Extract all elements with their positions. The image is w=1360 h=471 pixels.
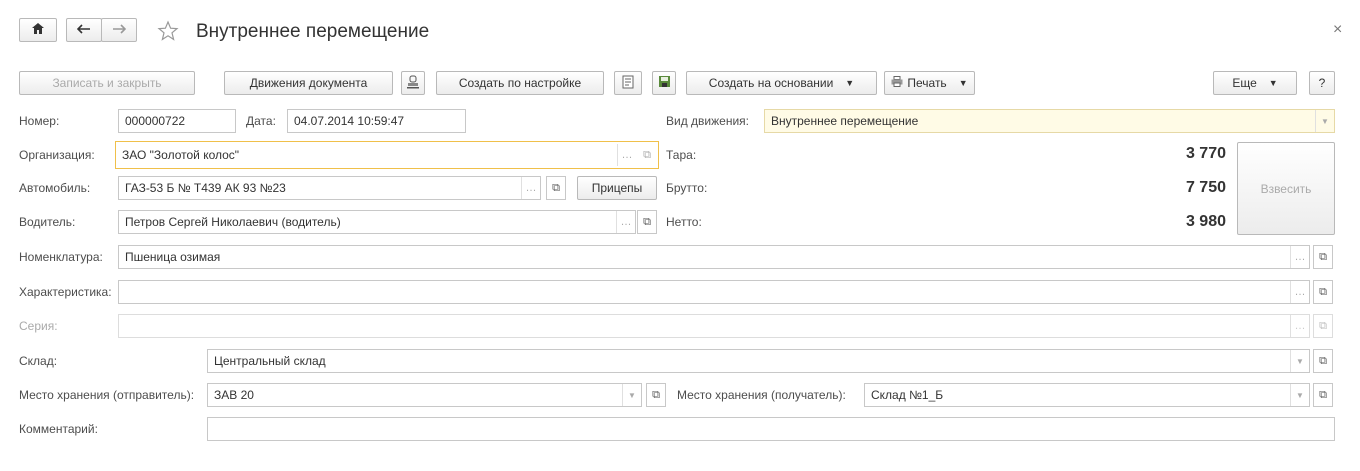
date-field[interactable]: 04.07.2014 10:59:47 bbox=[287, 109, 466, 133]
gross-label: Брутто: bbox=[666, 181, 708, 195]
vehicle-value: ГАЗ-53 Б № Т439 АК 93 №23 bbox=[125, 181, 286, 195]
arrow-right-icon bbox=[112, 23, 127, 37]
create-based-on-button[interactable]: Создать на основании ▼ bbox=[686, 71, 877, 95]
chevron-down-icon: ▼ bbox=[958, 78, 968, 88]
weigh-button[interactable]: Взвесить bbox=[1237, 142, 1335, 235]
chevron-down-icon[interactable]: ▼ bbox=[1290, 384, 1309, 406]
chevron-down-icon: ▼ bbox=[1268, 78, 1278, 88]
open-icon[interactable]: ⧉ bbox=[1313, 280, 1333, 304]
select-dots-icon: … bbox=[1290, 315, 1309, 337]
warehouse-value: Центральный склад bbox=[214, 354, 326, 368]
report-button[interactable] bbox=[614, 71, 642, 95]
disk-icon bbox=[658, 75, 671, 91]
forward-button[interactable] bbox=[101, 18, 137, 42]
number-field[interactable]: 000000722 bbox=[118, 109, 236, 133]
date-value: 04.07.2014 10:59:47 bbox=[294, 114, 405, 128]
warehouse-label: Склад: bbox=[19, 354, 58, 368]
open-icon[interactable]: ⧉ bbox=[1313, 245, 1333, 269]
close-icon[interactable]: × bbox=[1333, 21, 1342, 39]
document-movements-button[interactable]: Движения документа bbox=[224, 71, 393, 95]
chevron-down-icon: ▼ bbox=[845, 78, 855, 88]
tare-value: 3 770 bbox=[1185, 145, 1226, 162]
vehicle-label: Автомобиль: bbox=[19, 181, 91, 195]
nomenclature-label: Номенклатура: bbox=[19, 250, 103, 264]
open-icon[interactable]: ⧉ bbox=[1313, 383, 1333, 407]
print-label: Печать bbox=[907, 76, 947, 90]
select-dots-icon[interactable]: … bbox=[617, 144, 636, 166]
storage-receiver-select[interactable]: Склад №1_Б ▼ bbox=[864, 383, 1310, 407]
save-and-close-button[interactable]: Записать и закрыть bbox=[19, 71, 195, 95]
characteristic-label: Характеристика: bbox=[19, 285, 112, 299]
nomenclature-field[interactable]: Пшеница озимая … bbox=[118, 245, 1310, 269]
select-dots-icon[interactable]: … bbox=[616, 211, 635, 233]
characteristic-field[interactable]: … bbox=[118, 280, 1310, 304]
print-button[interactable]: Печать ▼ bbox=[884, 71, 975, 95]
number-value: 000000722 bbox=[125, 114, 186, 128]
home-button[interactable] bbox=[19, 18, 57, 42]
select-dots-icon[interactable]: … bbox=[1290, 246, 1309, 268]
date-label: Дата: bbox=[246, 114, 276, 128]
save-disk-button[interactable] bbox=[652, 71, 676, 95]
net-label: Нетто: bbox=[666, 215, 702, 229]
favorite-star-icon[interactable] bbox=[157, 20, 179, 42]
storage-sender-label: Место хранения (отправитель): bbox=[19, 388, 195, 402]
chevron-down-icon[interactable]: ▼ bbox=[1290, 350, 1309, 372]
comment-field[interactable] bbox=[207, 417, 1335, 441]
report-icon bbox=[622, 75, 634, 92]
printer-icon bbox=[891, 76, 903, 90]
nomenclature-value: Пшеница озимая bbox=[125, 250, 221, 264]
warehouse-select[interactable]: Центральный склад ▼ bbox=[207, 349, 1310, 373]
movement-type-label: Вид движения: bbox=[666, 114, 749, 128]
stamp-button[interactable] bbox=[401, 71, 425, 95]
more-button[interactable]: Еще ▼ bbox=[1213, 71, 1297, 95]
open-icon: ⧉ bbox=[1313, 314, 1333, 338]
help-button[interactable]: ? bbox=[1309, 71, 1335, 95]
storage-receiver-label: Место хранения (получатель): bbox=[677, 388, 846, 402]
create-by-setting-button[interactable]: Создать по настройке bbox=[436, 71, 604, 95]
comment-label: Комментарий: bbox=[19, 422, 98, 436]
more-label: Еще bbox=[1232, 76, 1257, 90]
driver-label: Водитель: bbox=[19, 215, 76, 229]
organization-value: ЗАО "Золотой колос" bbox=[122, 148, 240, 162]
chevron-down-icon[interactable]: ▼ bbox=[1315, 110, 1334, 132]
chevron-down-icon[interactable]: ▼ bbox=[622, 384, 641, 406]
open-icon[interactable]: ⧉ bbox=[638, 144, 656, 166]
create-based-on-label: Создать на основании bbox=[708, 76, 834, 90]
movement-type-value: Внутреннее перемещение bbox=[771, 114, 919, 128]
select-dots-icon[interactable]: … bbox=[1290, 281, 1309, 303]
page-title: Внутреннее перемещение bbox=[196, 21, 430, 42]
home-icon bbox=[31, 22, 45, 38]
organization-field[interactable]: ЗАО "Золотой колос" … ⧉ bbox=[115, 141, 659, 169]
series-label: Серия: bbox=[19, 319, 58, 333]
open-icon[interactable]: ⧉ bbox=[546, 176, 566, 200]
driver-value: Петров Сергей Николаевич (водитель) bbox=[125, 215, 341, 229]
net-value: 3 980 bbox=[1185, 213, 1226, 230]
open-icon[interactable]: ⧉ bbox=[646, 383, 666, 407]
open-icon[interactable]: ⧉ bbox=[637, 210, 657, 234]
storage-sender-value: ЗАВ 20 bbox=[214, 388, 254, 402]
open-icon[interactable]: ⧉ bbox=[1313, 349, 1333, 373]
tare-label: Тара: bbox=[666, 148, 697, 162]
stamp-icon bbox=[406, 75, 420, 92]
movement-type-select[interactable]: Внутреннее перемещение ▼ bbox=[764, 109, 1335, 133]
gross-value: 7 750 bbox=[1185, 179, 1226, 196]
storage-receiver-value: Склад №1_Б bbox=[871, 388, 944, 402]
vehicle-field[interactable]: ГАЗ-53 Б № Т439 АК 93 №23 … bbox=[118, 176, 541, 200]
storage-sender-select[interactable]: ЗАВ 20 ▼ bbox=[207, 383, 642, 407]
arrow-left-icon bbox=[76, 23, 91, 37]
back-button[interactable] bbox=[66, 18, 102, 42]
organization-label: Организация: bbox=[19, 148, 95, 162]
series-field: … bbox=[118, 314, 1310, 338]
trailers-button[interactable]: Прицепы bbox=[577, 176, 657, 200]
driver-field[interactable]: Петров Сергей Николаевич (водитель) … bbox=[118, 210, 636, 234]
select-dots-icon[interactable]: … bbox=[521, 177, 540, 199]
number-label: Номер: bbox=[19, 114, 60, 128]
